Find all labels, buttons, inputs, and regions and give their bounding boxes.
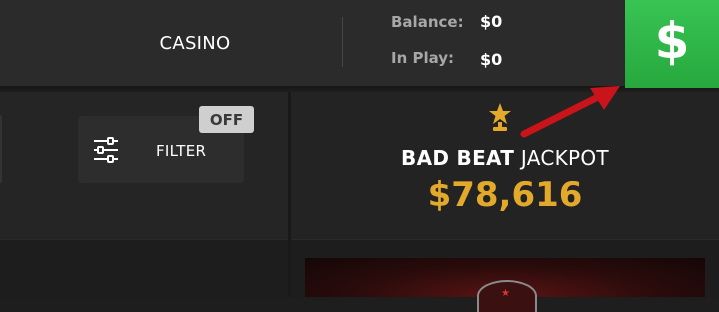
banner-star-icon: ★ — [501, 288, 510, 299]
jackpot-amount: $78,616 — [427, 175, 583, 215]
inplay-value: $0 — [480, 50, 503, 69]
promo-banner[interactable]: ★ — [305, 258, 705, 312]
balance-value: $0 — [480, 12, 503, 31]
game-list-area — [0, 239, 288, 298]
top-bar — [0, 0, 719, 86]
jackpot-title-rest: JACKPOT — [514, 146, 609, 170]
jackpot-title: BAD BEAT JACKPOT — [291, 146, 719, 170]
jackpot-title-bold: BAD BEAT — [401, 146, 515, 170]
filter-label: FILTER — [156, 142, 207, 160]
filter-toggle-off[interactable]: OFF — [199, 106, 254, 133]
dollar-icon: $ — [654, 12, 690, 70]
tab-casino[interactable]: CASINO — [140, 0, 250, 86]
search-field-edge[interactable] — [0, 115, 2, 183]
header-divider — [342, 17, 343, 67]
inplay-label: In Play: — [391, 49, 455, 67]
sliders-icon — [94, 137, 118, 163]
annotation-arrow-icon — [520, 86, 620, 138]
trophy-icon — [489, 103, 511, 131]
balance-label: Balance: — [391, 13, 464, 31]
deposit-button[interactable]: $ — [625, 0, 719, 88]
